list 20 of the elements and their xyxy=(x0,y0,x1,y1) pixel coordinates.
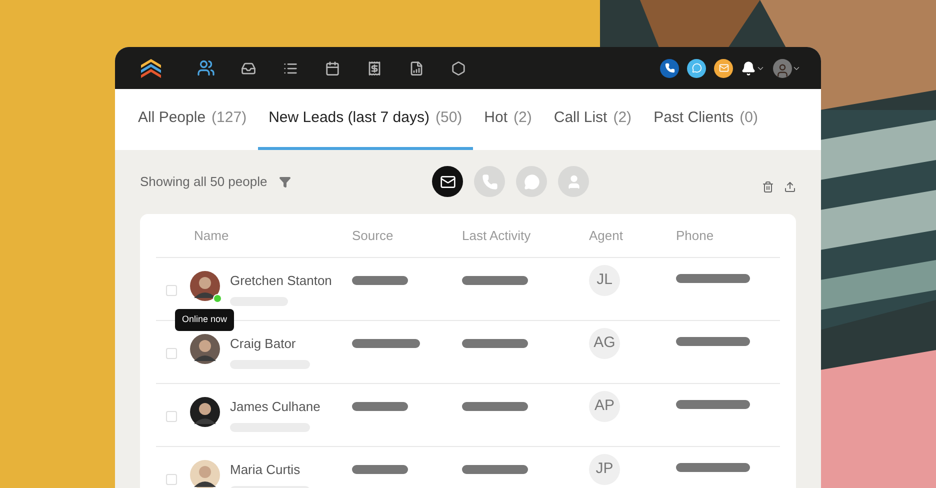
column-header: Agent xyxy=(589,226,624,245)
person-name[interactable]: Craig Bator xyxy=(230,334,352,354)
person-name[interactable]: Gretchen Stanton xyxy=(230,271,352,290)
column-header: Phone xyxy=(676,226,714,245)
person-name[interactable]: James Culhane xyxy=(230,397,352,416)
people-count: Showing all 50 people xyxy=(140,173,268,192)
tab[interactable]: New Leads (last 7 days) (50) xyxy=(258,89,474,150)
column-header: Source xyxy=(352,226,394,245)
column-header: Name xyxy=(194,226,230,245)
tab[interactable]: Past Clients (0) xyxy=(642,89,769,150)
agent-initials: AP xyxy=(589,391,620,422)
agent-initials: JP xyxy=(589,454,620,485)
column-header: Last Activity xyxy=(462,226,532,245)
person-name[interactable]: Maria Curtis xyxy=(230,460,352,480)
tab[interactable]: All People (127) xyxy=(127,89,258,150)
tooltip: Online now xyxy=(175,309,234,330)
tab[interactable]: Hot (2) xyxy=(473,89,543,150)
agent-initials: JL xyxy=(589,265,620,296)
agent-initials: AG xyxy=(589,328,620,359)
tab[interactable]: Call List (2) xyxy=(542,89,643,150)
